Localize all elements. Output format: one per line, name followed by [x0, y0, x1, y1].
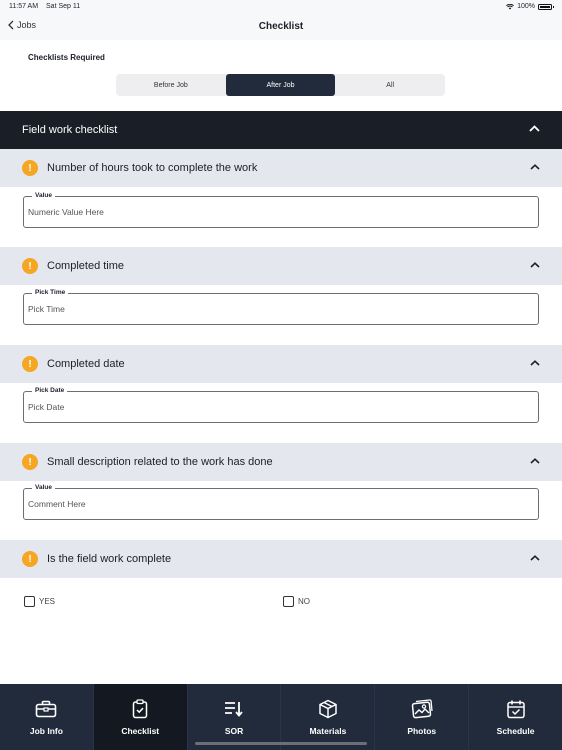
warning-icon: !: [22, 258, 38, 274]
bottom-tab-bar: Job Info Checklist SOR Materials Photos …: [0, 684, 562, 750]
tab-label: Job Info: [29, 726, 63, 736]
question-title: Number of hours took to complete the wor…: [47, 162, 258, 174]
tab-label: Schedule: [496, 726, 535, 736]
tab-schedule[interactable]: Schedule: [469, 684, 562, 750]
tab-label: Materials: [309, 726, 347, 736]
wifi-icon: [506, 3, 515, 9]
hours-input[interactable]: [28, 207, 528, 217]
question-title: Small description related to the work ha…: [47, 456, 273, 468]
photos-icon: [411, 699, 433, 719]
tab-label: Checklist: [121, 726, 160, 736]
field-label: Pick Time: [32, 289, 69, 296]
status-time: 11:57 AM: [9, 3, 39, 10]
field-label: Value: [32, 484, 55, 491]
tab-checklist[interactable]: Checklist: [93, 684, 188, 750]
hours-field: Value: [23, 192, 539, 228]
chevron-up-icon: [530, 360, 540, 366]
sort-list-icon: [225, 702, 243, 717]
tab-materials[interactable]: Materials: [281, 684, 376, 750]
question-header-completed-date[interactable]: ! Completed date: [0, 345, 562, 383]
checkbox-icon: [283, 596, 294, 607]
home-indicator[interactable]: [195, 742, 367, 745]
question-header-hours[interactable]: ! Number of hours took to complete the w…: [0, 149, 562, 187]
tab-photos[interactable]: Photos: [375, 684, 470, 750]
tab-label: Photos: [407, 726, 437, 736]
section-title: Field work checklist: [22, 124, 118, 136]
question-title: Is the field work complete: [47, 553, 172, 565]
page-title: Checklist: [258, 21, 304, 32]
question-header-completed-time[interactable]: ! Completed time: [0, 247, 562, 285]
status-date: Sat Sep 11: [46, 3, 81, 10]
battery-icon: [538, 3, 554, 10]
briefcase-icon: [36, 700, 57, 718]
calendar-check-icon: [506, 700, 525, 719]
checklists-required-label: Checklists Required: [28, 53, 105, 62]
tab-sor[interactable]: SOR: [188, 684, 282, 750]
segment-before-job[interactable]: Before Job: [116, 74, 226, 96]
no-checkbox[interactable]: NO: [283, 596, 310, 607]
comment-input[interactable]: [28, 499, 528, 509]
question-header-description[interactable]: ! Small description related to the work …: [0, 443, 562, 481]
yes-checkbox[interactable]: YES: [24, 596, 55, 607]
question-title: Completed date: [47, 358, 125, 370]
question-title: Completed time: [47, 260, 125, 272]
warning-icon: !: [22, 551, 38, 567]
question-header-work-complete[interactable]: ! Is the field work complete: [0, 540, 562, 578]
status-bar: 11:57 AM Sat Sep 11 100%: [0, 0, 562, 14]
battery-percent: 100%: [517, 3, 535, 10]
segment-after-job[interactable]: After Job: [225, 74, 336, 96]
warning-icon: !: [22, 356, 38, 372]
field-work-checklist-header[interactable]: Field work checklist: [0, 111, 562, 149]
checkbox-label: NO: [298, 597, 310, 606]
checklist-type-segmented-control: Before Job After Job All: [116, 74, 445, 96]
navigation-bar: Jobs Checklist: [0, 14, 562, 40]
checkbox-label: YES: [39, 597, 56, 606]
chevron-up-icon: [530, 164, 540, 170]
pick-date-input[interactable]: [28, 402, 528, 412]
tab-job-info[interactable]: Job Info: [0, 684, 94, 750]
chevron-up-icon: [530, 555, 540, 561]
pick-time-field: Pick Time: [23, 289, 539, 325]
field-label: Pick Date: [32, 387, 68, 394]
chevron-up-icon: [529, 125, 540, 132]
chevron-up-icon: [530, 458, 540, 464]
clipboard-check-icon: [132, 699, 148, 719]
pick-time-input[interactable]: [28, 304, 528, 314]
box-icon: [319, 699, 337, 719]
tab-label: SOR: [224, 726, 244, 736]
pick-date-field: Pick Date: [23, 387, 539, 423]
comment-field: Value: [23, 484, 539, 520]
warning-icon: !: [22, 454, 38, 470]
chevron-up-icon: [530, 262, 540, 268]
segment-all[interactable]: All: [335, 74, 445, 96]
checkbox-icon: [24, 596, 35, 607]
warning-icon: !: [22, 160, 38, 176]
field-label: Value: [32, 192, 55, 199]
